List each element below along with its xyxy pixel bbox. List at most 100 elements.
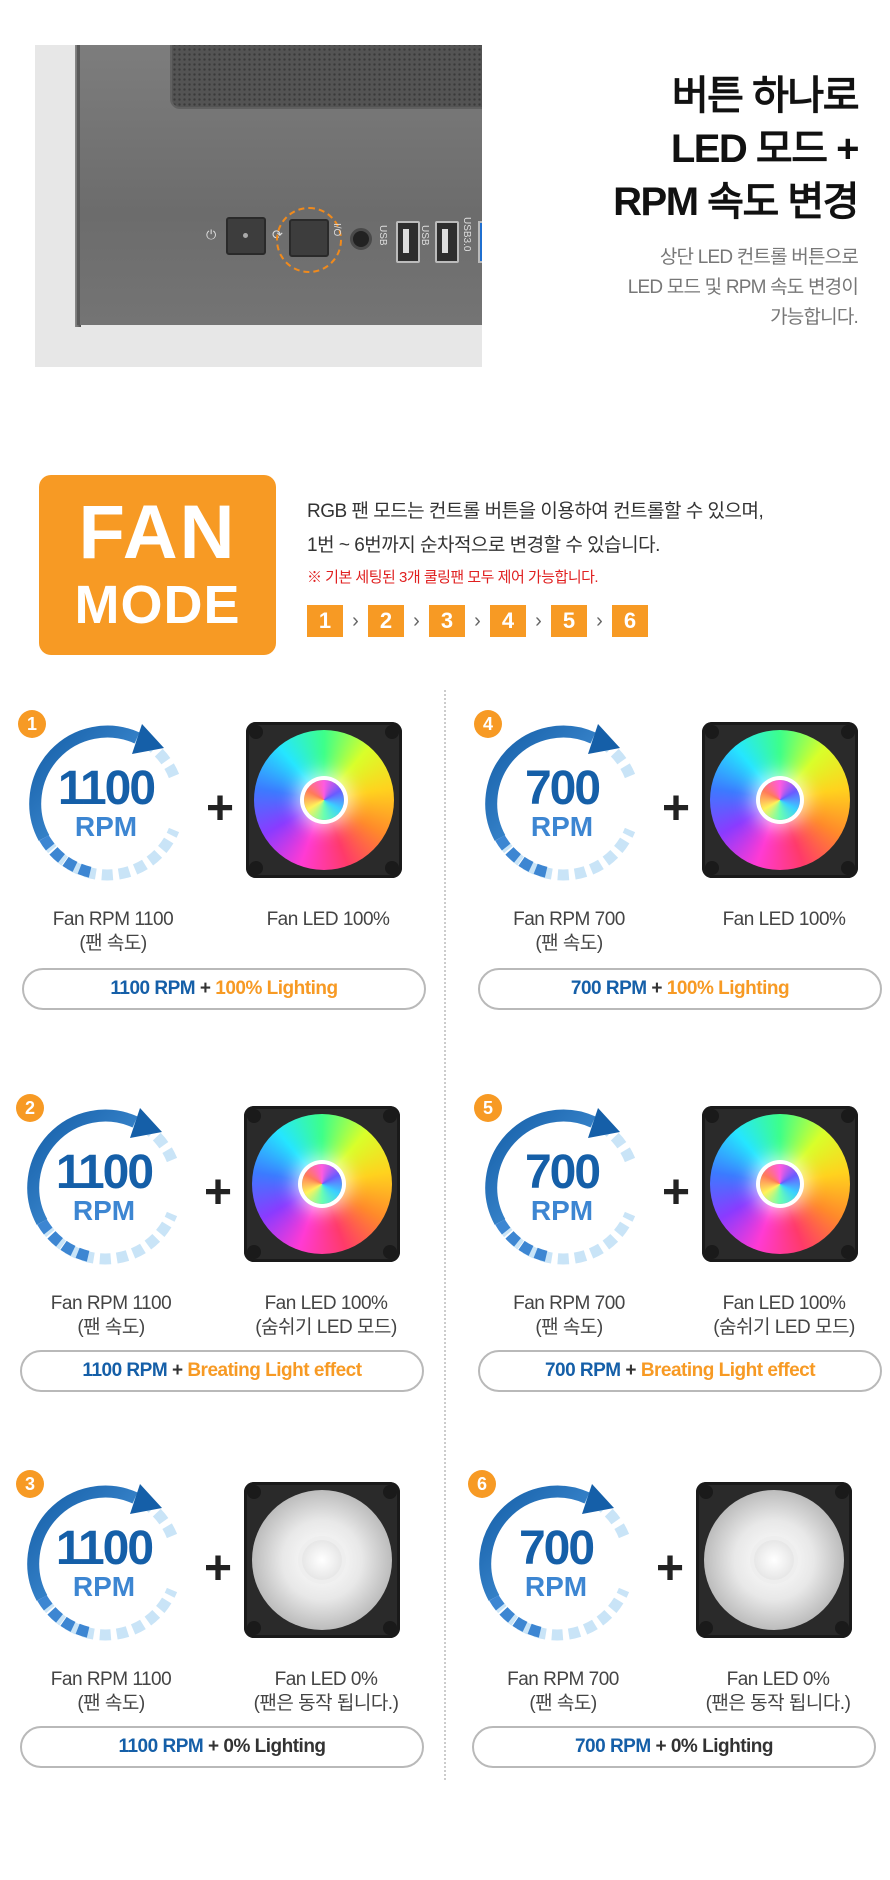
pill-rpm: 700 RPM	[544, 1360, 621, 1381]
fan-mode-card-6: 6 700 RPM + Fan RPM 700 (팬 속도) Fan LED 0…	[468, 1470, 890, 1800]
pill-rpm: 700 RPM	[574, 1736, 651, 1757]
pill-plus: +	[207, 1736, 219, 1757]
fan-led-off-image	[696, 1482, 852, 1638]
rpm-caption-line-1: Fan RPM 700	[513, 1293, 625, 1314]
pill-rpm: 1100 RPM	[118, 1736, 204, 1757]
step-5: 5	[551, 605, 587, 637]
rpm-unit: RPM	[524, 1571, 588, 1602]
headline-line-3: RPM 속도 변경	[613, 180, 859, 224]
rpm-caption-line-2: (팬 속도)	[77, 1693, 145, 1714]
fan-mode-card-4: 4 700 RPM + Fan RPM 700 (팬 속도) Fan LED 1…	[474, 710, 890, 1040]
rpm-caption-line-1: Fan RPM 1100	[52, 909, 174, 930]
rpm-caption: Fan RPM 1100 (팬 속도)	[26, 1668, 196, 1716]
plus-icon: +	[656, 1542, 685, 1595]
pill-plus: +	[199, 978, 211, 999]
led-caption-line-1: Fan LED 0%	[726, 1669, 830, 1690]
subtext: 상단 LED 컨트롤 버튼으로 LED 모드 및 RPM 속도 변경이 가능합니…	[627, 243, 859, 333]
rpm-unit: RPM	[72, 1195, 136, 1226]
chevron-right-icon: ›	[413, 610, 420, 632]
io-label: I/O	[331, 223, 342, 237]
mode-number-badge: 1	[18, 710, 46, 738]
led-caption-line-1: Fan LED 100%	[266, 909, 390, 930]
led-caption-line-2: (팬은 동작 됩니다.)	[705, 1693, 851, 1714]
rpm-unit: RPM	[74, 811, 138, 842]
fan-led-off-image	[244, 1482, 400, 1638]
plus-icon: +	[206, 782, 235, 835]
mode-summary-pill: 1100 RPM + 100% Lighting	[22, 968, 426, 1010]
plus-icon: +	[662, 1166, 691, 1219]
step-sequence: 1 › 2 › 3 › 4 › 5 › 6	[307, 605, 648, 637]
rpm-unit: RPM	[530, 811, 594, 842]
audio-jack	[350, 228, 372, 250]
led-caption-line-1: Fan LED 100%	[264, 1293, 388, 1314]
led-caption: Fan LED 100%	[238, 908, 418, 932]
headline-line-1: 버튼 하나로	[671, 74, 860, 118]
chevron-right-icon: ›	[352, 610, 359, 632]
headline-line-2: LED 모드 +	[670, 127, 860, 171]
mode-summary-pill: 700 RPM + Breating Light effect	[478, 1350, 882, 1392]
rpm-value: 700	[518, 1522, 595, 1575]
led-caption: Fan LED 0% (팬은 동작 됩니다.)	[236, 1668, 416, 1716]
usb-label-2: USB	[419, 225, 430, 246]
rpm-caption: Fan RPM 700 (팬 속도)	[478, 1668, 648, 1716]
led-caption-line-2: (숨쉬기 LED 모드)	[713, 1317, 855, 1338]
step-6: 6	[612, 605, 648, 637]
description-line-2: 1번 ~ 6번까지 순차적으로 변경할 수 있습니다.	[307, 535, 660, 556]
step-1: 1	[307, 605, 343, 637]
led-control-button	[289, 219, 329, 257]
mode-summary-pill: 1100 RPM + Breating Light effect	[20, 1350, 424, 1392]
io-panel-photo: ⏻ ⟳ I/O USB USB USB3.0	[35, 45, 482, 367]
led-caption-line-1: Fan LED 100%	[722, 1293, 846, 1314]
fan-mode-line-2: MODE	[74, 575, 241, 635]
rpm-value: 700	[524, 762, 601, 815]
rpm-value: 1100	[55, 1522, 154, 1575]
step-4: 4	[490, 605, 526, 637]
led-caption-line-2: (팬은 동작 됩니다.)	[253, 1693, 399, 1714]
power-button	[226, 217, 266, 255]
fan-mode-note: ※ 기본 세팅된 3개 쿨링팬 모두 제어 가능합니다.	[307, 569, 599, 586]
pill-plus: +	[655, 1736, 667, 1757]
chevron-right-icon: ›	[474, 610, 481, 632]
plus-icon: +	[204, 1542, 233, 1595]
led-caption: Fan LED 100% (숨쉬기 LED 모드)	[694, 1292, 874, 1340]
rpm-caption-line-1: Fan RPM 1100	[50, 1669, 172, 1690]
rpm-caption: Fan RPM 1100 (팬 속도)	[26, 1292, 196, 1340]
rpm-caption-line-1: Fan RPM 1100	[50, 1293, 172, 1314]
subtext-line-2: LED 모드 및 RPM 속도 변경이	[627, 277, 859, 298]
rpm-value: 1100	[55, 1146, 154, 1199]
description-line-1: RGB 팬 모드는 컨트롤 버튼을 이용하여 컨트롤할 수 있으며,	[307, 501, 764, 522]
pill-lighting: 0% Lighting	[670, 1736, 774, 1757]
led-caption: Fan LED 100% (숨쉬기 LED 모드)	[236, 1292, 416, 1340]
fan-mode-line-1: FAN	[78, 490, 237, 575]
rgb-fan-image	[702, 722, 858, 878]
rpm-caption-line-2: (팬 속도)	[79, 933, 147, 954]
headline: 버튼 하나로 LED 모드 + RPM 속도 변경	[613, 70, 860, 229]
usb-label-1: USB	[377, 225, 388, 246]
plus-icon: +	[662, 782, 691, 835]
rpm-caption-line-2: (팬 속도)	[535, 933, 603, 954]
led-caption-line-2: (숨쉬기 LED 모드)	[255, 1317, 397, 1338]
rgb-fan-image	[244, 1106, 400, 1262]
rpm-caption-line-1: Fan RPM 700	[513, 909, 625, 930]
fan-mode-badge: FAN MODE	[39, 475, 276, 655]
usb3-label: USB3.0	[461, 217, 472, 252]
mode-number-badge: 5	[474, 1094, 502, 1122]
subtext-line-3: 가능합니다.	[770, 307, 859, 328]
plus-icon: +	[204, 1166, 233, 1219]
rpm-caption-line-1: Fan RPM 700	[507, 1669, 619, 1690]
pill-plus: +	[171, 1360, 183, 1381]
rpm-caption-line-2: (팬 속도)	[77, 1317, 145, 1338]
fan-mode-card-5: 5 700 RPM + Fan RPM 700 (팬 속도) Fan LED 1…	[474, 1094, 890, 1424]
usb-port-2	[435, 221, 459, 263]
rpm-value: 1100	[57, 762, 156, 815]
led-caption: Fan LED 0% (팬은 동작 됩니다.)	[688, 1668, 868, 1716]
usb-port-1	[396, 221, 420, 263]
rpm-unit: RPM	[72, 1571, 136, 1602]
chevron-right-icon: ›	[596, 610, 603, 632]
pill-lighting: Breating Light effect	[640, 1360, 816, 1381]
fan-mode-card-2: 2 1100 RPM + Fan RPM 1100 (팬 속도) Fan LED…	[16, 1094, 446, 1424]
fan-mode-card-3: 3 1100 RPM + Fan RPM 1100 (팬 속도) Fan LED…	[16, 1470, 446, 1800]
mode-number-badge: 2	[16, 1094, 44, 1122]
subtext-line-1: 상단 LED 컨트롤 버튼으로	[659, 247, 859, 268]
led-caption-line-1: Fan LED 100%	[722, 909, 846, 930]
